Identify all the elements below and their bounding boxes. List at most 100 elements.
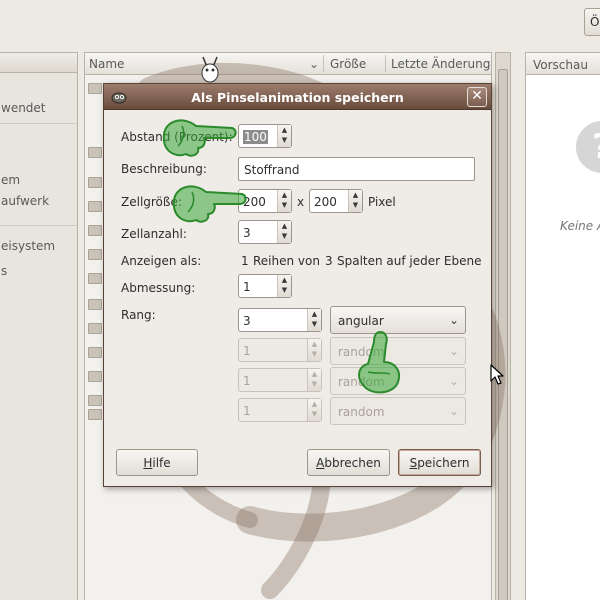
cell-height-spinbox[interactable]: 200 ▲ ▼ xyxy=(309,189,363,213)
save-brush-animation-dialog: Als Pinselanimation speichern ✕ Abstand … xyxy=(103,83,492,487)
spin-arrows-icon[interactable]: ▲ ▼ xyxy=(277,221,291,243)
scrollbar-thumb[interactable] xyxy=(498,69,508,600)
spin-arrows-icon: ▲ ▼ xyxy=(307,399,321,421)
dialog-title: Als Pinselanimation speichern xyxy=(191,90,404,105)
folder-icon xyxy=(88,147,102,158)
rank-3-selection-combo: random ⌄ xyxy=(330,367,466,395)
places-panel: wendet em aufwerk eisystem s xyxy=(0,52,78,600)
place-item-more[interactable]: s xyxy=(1,264,7,278)
cell-height-value: 200 xyxy=(314,195,337,209)
description-label: Beschreibung: xyxy=(121,162,207,176)
preview-empty-text: Keine A xyxy=(560,219,600,233)
dimension-label: Abmessung: xyxy=(121,281,196,295)
column-modified[interactable]: Letzte Änderung xyxy=(391,57,490,71)
spin-arrows-icon[interactable]: ▲ ▼ xyxy=(277,190,291,212)
cell-width-value: 200 xyxy=(243,195,266,209)
file-icon xyxy=(88,323,102,334)
file-icon xyxy=(88,395,102,406)
places-separator xyxy=(0,225,77,226)
file-icon xyxy=(88,347,102,358)
spin-arrows-icon[interactable]: ▲ ▼ xyxy=(277,125,291,147)
close-icon: ✕ xyxy=(471,88,483,104)
place-item-system[interactable]: em xyxy=(1,173,20,187)
cancel-label: bbrechen xyxy=(324,456,381,470)
place-item-filesystem[interactable]: eisystem xyxy=(1,239,55,253)
place-item-workstation[interactable]: aufwerk xyxy=(1,194,49,208)
rank-3-selection: random xyxy=(338,375,385,389)
spin-arrows-icon: ▲ ▼ xyxy=(307,369,321,391)
rank-label: Rang: xyxy=(121,308,156,322)
chevron-down-icon: ⌄ xyxy=(448,344,459,358)
help-button[interactable]: Hilfe xyxy=(116,449,198,476)
folder-icon xyxy=(88,177,102,188)
rank-2-selection: random xyxy=(338,345,385,359)
cell-count-label: Zellanzahl: xyxy=(121,227,187,241)
rank-4-selection: random xyxy=(338,405,385,419)
preview-panel: Vorschau ? Keine A xyxy=(525,52,600,600)
rank-1-spinbox[interactable]: 3 ▲ ▼ xyxy=(238,308,322,332)
spacing-value: 100 xyxy=(243,130,268,144)
cancel-button[interactable]: Abbrechen xyxy=(307,449,390,476)
save-label: peichern xyxy=(417,456,470,470)
column-divider xyxy=(385,55,386,72)
spin-arrows-icon[interactable]: ▲ ▼ xyxy=(307,309,321,331)
rank-1-selection: angular xyxy=(338,314,384,328)
cell-width-spinbox[interactable]: 200 ▲ ▼ xyxy=(238,189,292,213)
chevron-down-icon: ⌄ xyxy=(448,404,459,418)
folder-icon xyxy=(88,299,102,310)
spin-arrows-icon: ▲ ▼ xyxy=(307,339,321,361)
question-icon: ? xyxy=(576,121,600,173)
sort-chevron-icon: ⌄ xyxy=(309,57,320,71)
chevron-down-icon: ⌄ xyxy=(448,313,459,327)
cell-count-value: 3 xyxy=(243,226,251,240)
rank-1-selection-combo[interactable]: angular ⌄ xyxy=(330,306,466,334)
spacing-spinbox[interactable]: 100 ▲ ▼ xyxy=(238,124,292,148)
mouse-cursor-icon xyxy=(490,364,504,385)
save-button[interactable]: Speichern xyxy=(398,449,481,476)
column-size[interactable]: Größe xyxy=(330,57,366,71)
cell-size-unit: Pixel xyxy=(368,195,396,209)
wilber-mascot-icon xyxy=(201,56,219,83)
display-rows-text: Reihen von xyxy=(253,254,320,268)
dimension-spinbox[interactable]: 1 ▲ ▼ xyxy=(238,274,292,298)
file-list-scrollbar[interactable] xyxy=(495,52,511,600)
open-button[interactable]: Ö xyxy=(584,8,600,36)
display-as-label: Anzeigen als: xyxy=(121,254,202,268)
rank-1-value: 3 xyxy=(243,314,251,328)
cell-size-label: Zellgröße: xyxy=(121,195,182,209)
column-name[interactable]: Name xyxy=(89,57,124,71)
file-list-header: Name ⌄ Größe Letzte Änderung xyxy=(85,53,491,75)
rank-3-value: 1 xyxy=(243,374,251,388)
rank-4-value: 1 xyxy=(243,404,251,418)
spin-arrows-icon[interactable]: ▲ ▼ xyxy=(277,275,291,297)
folder-icon xyxy=(88,273,102,284)
rank-4-selection-combo: random ⌄ xyxy=(330,397,466,425)
close-button[interactable]: ✕ xyxy=(467,87,487,107)
places-separator xyxy=(0,123,77,124)
folder-icon xyxy=(88,83,102,94)
rank-2-spinbox: 1 ▲ ▼ xyxy=(238,338,322,362)
spacing-label: Abstand (Prozent): xyxy=(121,130,233,144)
description-input[interactable]: Stoffrand xyxy=(238,157,475,181)
folder-icon xyxy=(88,201,102,212)
cell-count-spinbox[interactable]: 3 ▲ ▼ xyxy=(238,220,292,244)
file-icon xyxy=(88,371,102,382)
gear-icon xyxy=(88,409,102,420)
rank-2-selection-combo: random ⌄ xyxy=(330,337,466,365)
rank-2-value: 1 xyxy=(243,344,251,358)
places-header xyxy=(0,53,77,73)
display-cols-text: Spalten auf jeder Ebene xyxy=(337,254,482,268)
display-rows-value: 1 xyxy=(241,254,249,268)
rank-4-spinbox: 1 ▲ ▼ xyxy=(238,398,322,422)
dialog-titlebar[interactable]: Als Pinselanimation speichern ✕ xyxy=(104,84,491,110)
place-item-recent[interactable]: wendet xyxy=(1,101,46,115)
chevron-down-icon: ⌄ xyxy=(448,374,459,388)
spin-arrows-icon[interactable]: ▲ ▼ xyxy=(348,190,362,212)
rank-3-spinbox: 1 ▲ ▼ xyxy=(238,368,322,392)
help-label: ilfe xyxy=(152,456,171,470)
description-value: Stoffrand xyxy=(244,163,300,177)
cell-size-separator: x xyxy=(297,195,305,209)
display-cols-value: 3 xyxy=(325,254,333,268)
preview-header: Vorschau xyxy=(526,53,600,75)
folder-icon xyxy=(88,225,102,236)
